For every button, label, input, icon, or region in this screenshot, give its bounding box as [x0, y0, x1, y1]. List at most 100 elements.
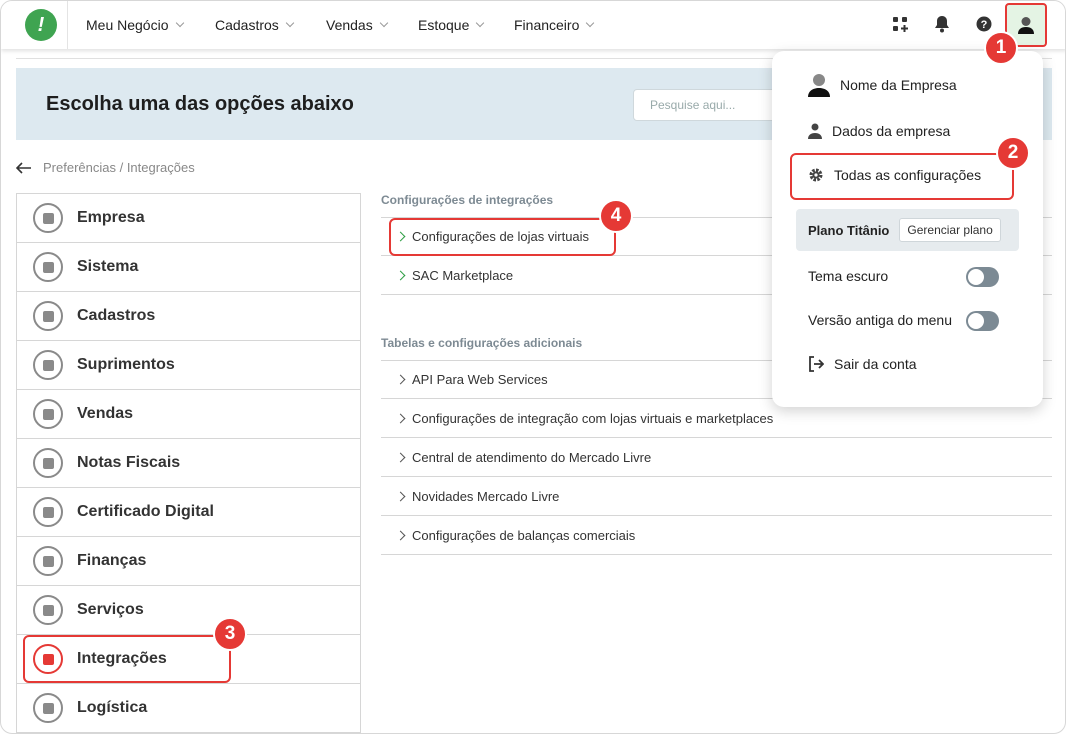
chevron-down-icon	[175, 18, 184, 28]
page-title: Escolha uma das opções abaixo	[46, 93, 354, 115]
config-label: Configurações de balanças comerciais	[412, 527, 636, 543]
dark-theme-toggle[interactable]	[966, 267, 999, 287]
chevron-right-icon	[395, 374, 406, 385]
help-icon[interactable]: ?	[975, 15, 993, 33]
chevron-down-icon	[586, 18, 595, 28]
gear-icon	[809, 168, 823, 182]
chevron-right-icon	[395, 452, 406, 462]
lock-icon	[33, 497, 63, 527]
svg-text:?: ?	[981, 19, 988, 31]
config-label: Central de atendimento do Mercado Livre	[412, 449, 652, 465]
all-settings-label: Todas as configurações	[834, 167, 982, 183]
chevron-down-icon	[379, 18, 388, 28]
section-title-integrations: Configurações de integrações	[381, 193, 554, 207]
category-empresa[interactable]: Empresa	[17, 194, 360, 243]
app-logo-icon[interactable]: !	[25, 9, 57, 41]
category-vendas[interactable]: Vendas	[17, 390, 360, 439]
old-menu-label: Versão antiga do menu	[808, 312, 952, 328]
apps-grid-icon[interactable]	[891, 15, 909, 33]
user-icon	[1018, 17, 1034, 34]
config-label: Configurações de integração com lojas vi…	[412, 410, 774, 426]
config-novidades-mercado-livre[interactable]: Novidades Mercado Livre	[381, 477, 1052, 516]
old-menu-item: Versão antiga do menu	[808, 312, 952, 328]
back-arrow-icon[interactable]	[16, 161, 31, 174]
chevron-down-icon	[476, 18, 485, 28]
logout-label: Sair da conta	[834, 356, 917, 372]
category-notas-fiscais[interactable]: Notas Fiscais	[17, 439, 360, 488]
nav-vendas[interactable]: Vendas	[326, 17, 388, 33]
company-name-item[interactable]: Nome da Empresa	[808, 73, 957, 97]
category-label: Notas Fiscais	[77, 454, 181, 471]
category-label: Logística	[77, 699, 148, 716]
nav-label: Estoque	[418, 17, 470, 33]
chevron-right-icon	[395, 413, 406, 423]
piggy-bank-icon	[33, 546, 63, 576]
chevron-right-icon	[395, 530, 406, 540]
company-data-item[interactable]: Dados da empresa	[808, 123, 950, 139]
section-title-additional: Tabelas e configurações adicionais	[381, 336, 583, 350]
category-financas[interactable]: Finanças	[17, 537, 360, 586]
plan-label: Plano Titânio	[808, 222, 890, 238]
nav-financeiro[interactable]: Financeiro	[514, 17, 595, 33]
company-avatar-icon	[808, 74, 830, 97]
app-window: ! Meu Negócio Cadastros Vendas Estoque F…	[0, 0, 1066, 734]
category-logistica[interactable]: Logística	[17, 684, 360, 733]
config-label: SAC Marketplace	[412, 267, 514, 283]
category-label: Serviços	[77, 601, 144, 618]
company-name: Nome da Empresa	[840, 77, 957, 93]
monitor-icon	[33, 252, 63, 282]
config-balancas-comerciais[interactable]: Configurações de balanças comerciais	[381, 516, 1052, 555]
nav-meu-negocio[interactable]: Meu Negócio	[86, 17, 184, 33]
category-label: Sistema	[77, 258, 139, 275]
category-label: Finanças	[77, 552, 147, 569]
old-menu-toggle[interactable]	[966, 311, 999, 331]
dark-theme-item: Tema escuro	[808, 268, 888, 284]
category-suprimentos[interactable]: Suprimentos	[17, 341, 360, 390]
box-icon	[33, 350, 63, 380]
nav-label: Vendas	[326, 17, 373, 33]
category-label: Suprimentos	[77, 356, 175, 373]
breadcrumb-path[interactable]: Preferências / Integrações	[43, 160, 195, 175]
chevron-right-icon	[395, 231, 406, 242]
config-label: API Para Web Services	[412, 372, 548, 387]
step-marker-4: 4	[599, 199, 633, 233]
chevron-right-icon	[395, 270, 406, 280]
category-label: Integrações	[77, 650, 167, 667]
plan-box: Plano Titânio Gerenciar plano	[796, 209, 1019, 251]
manage-plan-button[interactable]: Gerenciar plano	[899, 218, 1001, 242]
category-label: Certificado Digital	[77, 503, 214, 520]
nav-label: Cadastros	[215, 17, 279, 33]
company-data-label: Dados da empresa	[832, 123, 951, 139]
logout-item[interactable]: Sair da conta	[808, 356, 917, 372]
category-list: Empresa Sistema Cadastros Suprimentos Ve…	[16, 193, 361, 733]
category-servicos[interactable]: Serviços	[17, 586, 360, 635]
nav-estoque[interactable]: Estoque	[418, 17, 485, 33]
category-cadastros[interactable]: Cadastros	[17, 292, 360, 341]
config-label: Novidades Mercado Livre	[412, 488, 560, 504]
category-sistema[interactable]: Sistema	[17, 243, 360, 292]
search-input[interactable]: Pesquise aqui...	[633, 89, 793, 121]
nav-divider	[67, 1, 68, 49]
chevron-right-icon	[395, 491, 406, 501]
category-label: Vendas	[77, 405, 134, 422]
integration-icon	[33, 644, 63, 674]
document-icon	[33, 595, 63, 625]
config-central-mercado-livre[interactable]: Central de atendimento do Mercado Livre	[381, 438, 1052, 477]
config-label: Configurações de lojas virtuais	[412, 229, 590, 244]
nav-cadastros[interactable]: Cadastros	[215, 17, 295, 33]
category-label: Empresa	[77, 209, 145, 226]
people-icon	[33, 399, 63, 429]
bell-icon[interactable]	[933, 15, 951, 33]
category-certificado-digital[interactable]: Certificado Digital	[17, 488, 360, 537]
all-settings-item[interactable]: Todas as configurações	[808, 167, 981, 183]
category-label: Cadastros	[77, 307, 156, 324]
top-navbar: ! Meu Negócio Cadastros Vendas Estoque F…	[1, 1, 1065, 49]
step-marker-1: 1	[984, 31, 1018, 65]
user-dropdown-menu: Nome da Empresa Dados da empresa Todas a…	[772, 51, 1043, 407]
category-integracoes[interactable]: Integrações	[17, 635, 360, 684]
truck-icon	[33, 693, 63, 723]
logout-icon	[809, 356, 824, 372]
step-marker-3: 3	[213, 617, 247, 651]
nav-label: Financeiro	[514, 17, 580, 33]
step-marker-2: 2	[996, 136, 1030, 170]
